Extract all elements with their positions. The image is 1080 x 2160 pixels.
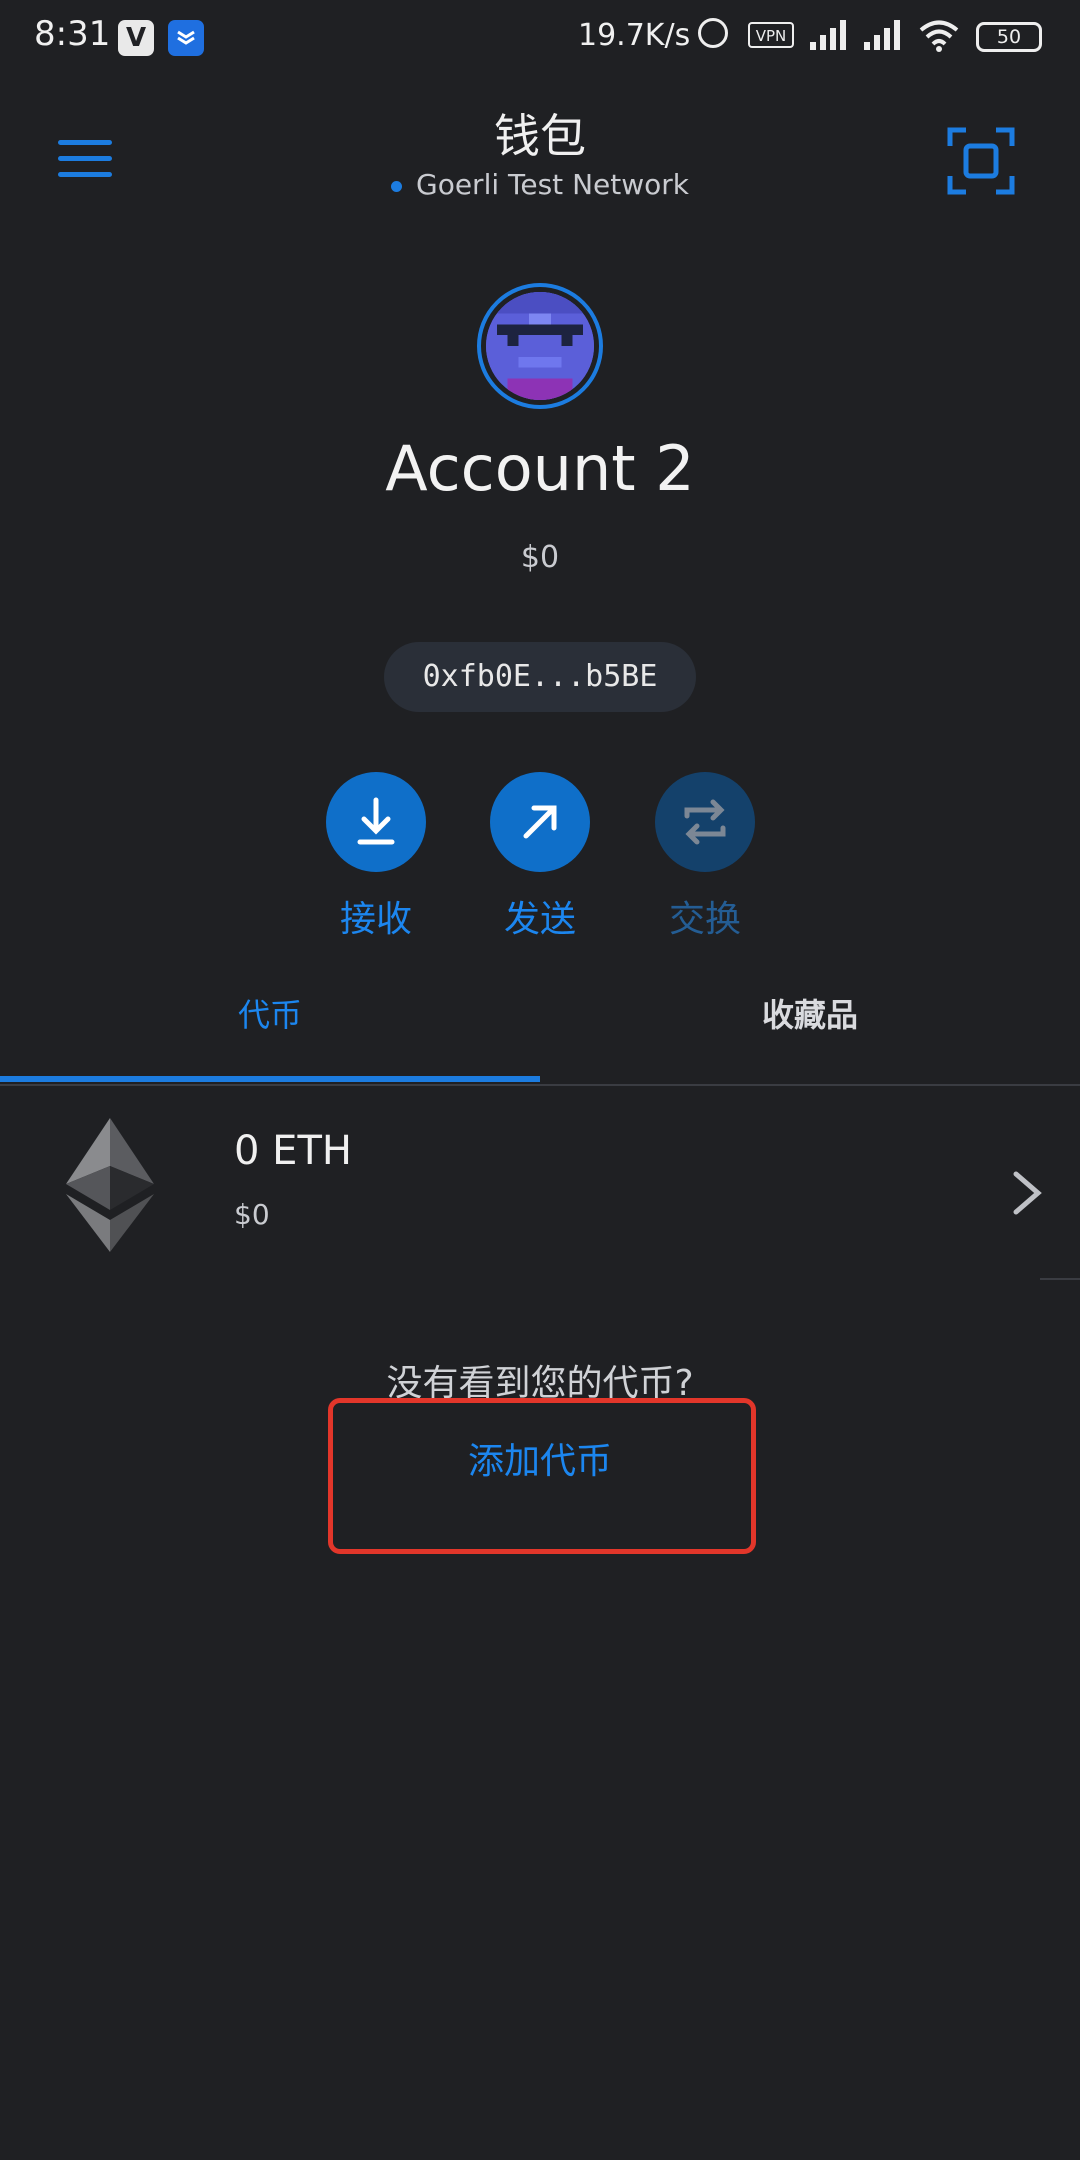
scan-qr-icon[interactable] [946, 126, 1016, 196]
network-status-dot [391, 180, 402, 192]
tab-collectibles[interactable]: 收藏品 [540, 990, 1080, 1080]
app-notification-icon: V [118, 20, 154, 56]
receive-label: 接收 [339, 899, 412, 940]
receive-button[interactable] [326, 772, 426, 872]
account-address-button[interactable]: 0xfb0E...b5BE [384, 642, 696, 712]
ethereum-icon [66, 1118, 154, 1252]
tab-divider [0, 1084, 1080, 1086]
token-fiat-value: $0 [234, 1198, 270, 1231]
account-balance: $0 [520, 540, 560, 575]
tab-tokens-label: 代币 [237, 996, 302, 1034]
arrow-up-right-icon [523, 805, 557, 839]
chevron-right-icon [1013, 1171, 1042, 1215]
network-indicator[interactable]: Goerli Test Network [0, 168, 1080, 201]
app-notification-icon-2 [168, 20, 204, 56]
tab-tokens[interactable]: 代币 [0, 990, 540, 1080]
send-label: 发送 [503, 899, 576, 940]
swap-label: 交换 [668, 899, 741, 940]
status-bar: 8:31 V 19.7K/s VPN 50 [0, 0, 1080, 76]
download-icon [357, 797, 395, 845]
row-divider [1040, 1278, 1080, 1280]
token-row-eth[interactable] [0, 1090, 1080, 1280]
vpn-icon: VPN [748, 22, 794, 48]
tab-collectibles-label: 收藏品 [761, 996, 858, 1034]
token-amount: 0 ETH [234, 1128, 352, 1174]
status-time: 8:31 [34, 14, 111, 54]
network-name: Goerli Test Network [416, 168, 689, 201]
account-avatar[interactable] [477, 283, 603, 409]
swap-button[interactable] [655, 772, 755, 872]
wifi-icon [919, 20, 959, 52]
active-tab-indicator [0, 1076, 540, 1082]
signal-icon [810, 20, 846, 50]
page-title: 钱包 [494, 109, 586, 163]
swap-icon [684, 799, 726, 845]
account-name[interactable]: Account 2 [0, 432, 1080, 505]
avatar-identicon [486, 292, 594, 400]
send-button[interactable] [490, 772, 590, 872]
signal-icon-2 [864, 20, 900, 50]
alarm-icon [698, 18, 728, 48]
battery-icon: 50 [976, 22, 1042, 52]
network-speed: 19.7K/s [578, 18, 691, 53]
annotation-highlight-box [328, 1398, 756, 1554]
